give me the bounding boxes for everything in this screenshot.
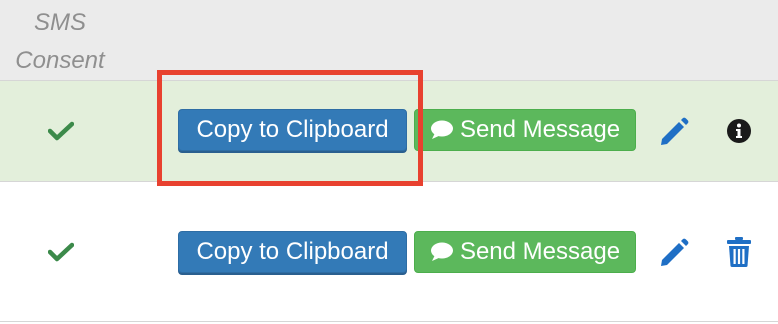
chat-bubble-icon <box>430 242 453 261</box>
table-header-row: SMS Consent <box>0 0 778 80</box>
edit-icon[interactable] <box>657 236 691 270</box>
edit-icon[interactable] <box>657 115 691 149</box>
chat-bubble-icon <box>430 120 453 139</box>
trash-icon[interactable] <box>726 236 752 268</box>
column-header-sms-consent: SMS Consent <box>15 9 105 74</box>
table-row: Copy to Clipboard Send Message <box>0 181 778 322</box>
copy-to-clipboard-button[interactable]: Copy to Clipboard <box>178 231 407 273</box>
check-icon <box>48 121 74 141</box>
table-bottom-border <box>0 321 778 322</box>
check-icon <box>48 242 74 262</box>
send-message-button[interactable]: Send Message <box>414 231 636 273</box>
send-message-button[interactable]: Send Message <box>414 109 636 151</box>
send-button-label: Send Message <box>459 116 621 143</box>
send-button-label: Send Message <box>459 238 621 265</box>
highlight-annotation-box <box>157 70 423 186</box>
info-icon[interactable] <box>726 118 752 144</box>
copy-button-label: Copy to Clipboard <box>196 238 389 265</box>
